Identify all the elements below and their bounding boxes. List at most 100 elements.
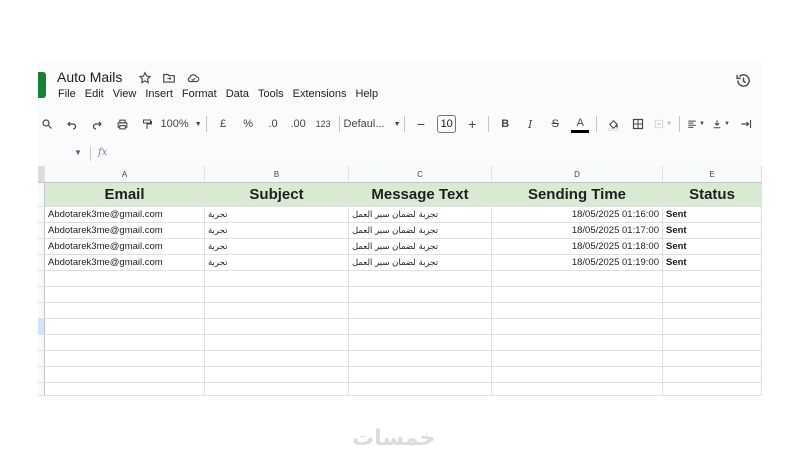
zoom-select[interactable]: 100% ▼ — [161, 114, 202, 134]
column-header-b[interactable]: B — [205, 166, 349, 183]
menu-help[interactable]: Help — [355, 88, 378, 100]
menu-tools[interactable]: Tools — [258, 88, 284, 100]
menu-data[interactable]: Data — [226, 88, 249, 100]
cell-message[interactable]: تجربة لضمان سير العمل — [349, 255, 492, 271]
cell-status[interactable]: Sent — [663, 223, 762, 239]
row-header[interactable] — [38, 255, 45, 271]
cell-message[interactable]: تجربة لضمان سير العمل — [349, 207, 492, 223]
menu-insert[interactable]: Insert — [145, 88, 173, 100]
cell-email[interactable]: Abdotarek3me@gmail.com — [45, 223, 205, 239]
cell-message[interactable]: تجربة لضمان سير العمل — [349, 239, 492, 255]
cell-sending-time[interactable]: 18/05/2025 01:19:00 — [492, 255, 663, 271]
column-header-c[interactable]: C — [349, 166, 492, 183]
sheets-logo-icon[interactable] — [38, 72, 46, 98]
text-wrapping-icon[interactable] — [737, 114, 755, 134]
cell-sending-time[interactable]: 18/05/2025 01:17:00 — [492, 223, 663, 239]
row-header[interactable] — [38, 271, 45, 287]
cell-email[interactable]: Abdotarek3me@gmail.com — [45, 239, 205, 255]
empty-row[interactable] — [45, 351, 762, 367]
strikethrough-icon[interactable]: S — [546, 114, 564, 134]
row-header[interactable] — [38, 335, 45, 351]
header-email[interactable]: Email — [45, 183, 205, 207]
column-header-e[interactable]: E — [663, 166, 762, 183]
vertical-align-icon[interactable]: ▼ — [712, 114, 730, 134]
row-header[interactable] — [38, 351, 45, 367]
cell-sending-time[interactable]: 18/05/2025 01:18:00 — [492, 239, 663, 255]
cell-status[interactable]: Sent — [663, 239, 762, 255]
print-icon[interactable] — [113, 114, 131, 134]
increase-decimal-button[interactable]: .00 — [289, 114, 307, 134]
font-select[interactable]: Defaul... ▼ — [344, 114, 401, 134]
name-box-chevron-down-icon[interactable]: ▼ — [74, 148, 82, 157]
row-header-selected[interactable] — [38, 319, 45, 335]
chevron-down-icon: ▼ — [666, 121, 673, 127]
empty-row[interactable] — [45, 335, 762, 351]
select-all-corner[interactable] — [38, 166, 45, 183]
version-history-icon[interactable] — [735, 72, 752, 94]
percent-format-button[interactable]: % — [239, 114, 257, 134]
paint-format-icon[interactable] — [138, 114, 156, 134]
column-gridline — [491, 271, 492, 396]
sheets-window: Auto Mails File Edit View Insert Format … — [38, 62, 762, 396]
cloud-status-icon[interactable] — [185, 70, 201, 86]
more-formats-button[interactable]: 123 — [314, 114, 332, 134]
italic-icon[interactable]: I — [521, 114, 539, 134]
menu-format[interactable]: Format — [182, 88, 217, 100]
cell-sending-time[interactable]: 18/05/2025 01:16:00 — [492, 207, 663, 223]
formula-divider — [90, 147, 91, 161]
move-folder-icon[interactable] — [161, 70, 177, 86]
row-header[interactable] — [38, 223, 45, 239]
currency-format-button[interactable]: £ — [214, 114, 232, 134]
undo-icon[interactable] — [63, 114, 81, 134]
row-header[interactable] — [38, 367, 45, 383]
cell-email[interactable]: Abdotarek3me@gmail.com — [45, 207, 205, 223]
column-header-d[interactable]: D — [492, 166, 663, 183]
cell-status[interactable]: Sent — [663, 207, 762, 223]
borders-icon[interactable] — [629, 114, 647, 134]
redo-icon[interactable] — [88, 114, 106, 134]
row-header[interactable] — [38, 207, 45, 223]
font-size-input[interactable]: 10 — [437, 115, 457, 133]
cell-subject[interactable]: تجربة — [205, 207, 349, 223]
header-subject[interactable]: Subject — [205, 183, 349, 207]
font-size-decrease-icon[interactable]: − — [412, 114, 430, 134]
cell-message-text: تجربة لضمان سير العمل — [352, 257, 439, 268]
empty-row[interactable] — [45, 383, 762, 396]
cell-subject[interactable]: تجربة — [205, 223, 349, 239]
bold-icon[interactable]: B — [496, 114, 514, 134]
empty-row[interactable] — [45, 319, 762, 335]
column-header-a[interactable]: A — [45, 166, 205, 183]
search-menus-icon[interactable] — [38, 114, 56, 134]
cell-message[interactable]: تجربة لضمان سير العمل — [349, 223, 492, 239]
merge-cells-icon[interactable]: ▼ — [654, 114, 672, 134]
menu-file[interactable]: File — [58, 88, 76, 100]
font-size-increase-icon[interactable]: + — [463, 114, 481, 134]
cell-subject[interactable]: تجربة — [205, 239, 349, 255]
cell-status[interactable]: Sent — [663, 255, 762, 271]
header-status[interactable]: Status — [663, 183, 762, 207]
horizontal-align-icon[interactable]: ▼ — [687, 114, 705, 134]
decrease-decimal-button[interactable]: .0 — [264, 114, 282, 134]
header-sending-time[interactable]: Sending Time — [492, 183, 663, 207]
menu-extensions[interactable]: Extensions — [293, 88, 347, 100]
row-header[interactable] — [38, 183, 45, 207]
row-header[interactable] — [38, 303, 45, 319]
star-icon[interactable] — [137, 70, 153, 86]
empty-row[interactable] — [45, 303, 762, 319]
menu-edit[interactable]: Edit — [85, 88, 104, 100]
header-message-text[interactable]: Message Text — [349, 183, 492, 207]
cell-email[interactable]: Abdotarek3me@gmail.com — [45, 255, 205, 271]
empty-row[interactable] — [45, 287, 762, 303]
row-header[interactable] — [38, 383, 45, 396]
row-header[interactable] — [38, 239, 45, 255]
text-color-icon[interactable]: A — [571, 116, 590, 133]
cell-subject[interactable]: تجربة — [205, 255, 349, 271]
cell-subject-text: تجربة — [208, 209, 228, 220]
document-title[interactable]: Auto Mails — [57, 69, 122, 85]
row-header[interactable] — [38, 287, 45, 303]
fill-color-icon[interactable] — [604, 114, 622, 134]
empty-row[interactable] — [45, 271, 762, 287]
empty-row[interactable] — [45, 367, 762, 383]
chevron-down-icon: ▼ — [194, 120, 202, 128]
menu-view[interactable]: View — [113, 88, 137, 100]
